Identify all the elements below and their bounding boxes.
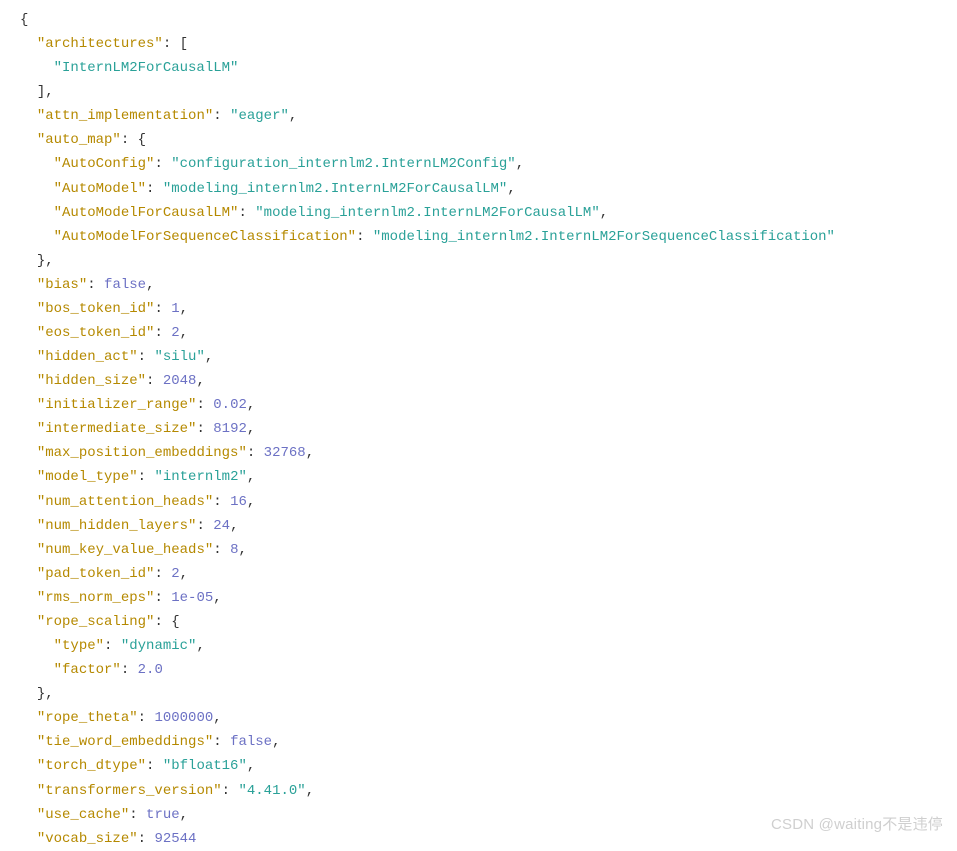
val-torch-dtype: "bfloat16" (163, 758, 247, 774)
key-hidden-act: "hidden_act" (37, 349, 138, 365)
val-rope-factor: 2.0 (138, 662, 163, 678)
key-rope-scaling: "rope_scaling" (37, 614, 155, 630)
key-use-cache: "use_cache" (37, 807, 129, 823)
val-vocab-size: 92544 (154, 831, 196, 847)
val-num-attention-heads: 16 (230, 494, 247, 510)
val-num-hidden-layers: 24 (213, 518, 230, 534)
key-architectures: "architectures" (37, 36, 163, 52)
key-attn-implementation: "attn_implementation" (37, 108, 213, 124)
key-automodel-seqcls: "AutoModelForSequenceClassification" (54, 229, 356, 245)
val-max-position-embeddings: 32768 (264, 445, 306, 461)
val-hidden-size: 2048 (163, 373, 197, 389)
key-pad-token-id: "pad_token_id" (37, 566, 155, 582)
key-intermediate-size: "intermediate_size" (37, 421, 197, 437)
key-torch-dtype: "torch_dtype" (37, 758, 146, 774)
key-max-position-embeddings: "max_position_embeddings" (37, 445, 247, 461)
key-rms-norm-eps: "rms_norm_eps" (37, 590, 155, 606)
key-num-key-value-heads: "num_key_value_heads" (37, 542, 213, 558)
val-architectures-0: "InternLM2ForCausalLM" (54, 60, 239, 76)
val-automodel: "modeling_internlm2.InternLM2ForCausalLM… (163, 181, 507, 197)
key-automodel-causallm: "AutoModelForCausalLM" (54, 205, 239, 221)
val-initializer-range: 0.02 (213, 397, 247, 413)
val-use-cache: true (146, 807, 180, 823)
key-rope-theta: "rope_theta" (37, 710, 138, 726)
val-attn-implementation: "eager" (230, 108, 289, 124)
key-vocab-size: "vocab_size" (37, 831, 138, 847)
json-code-block: { "architectures": [ "InternLM2ForCausal… (20, 8, 949, 851)
val-model-type: "internlm2" (154, 469, 246, 485)
key-tie-word-embeddings: "tie_word_embeddings" (37, 734, 213, 750)
key-rope-type: "type" (54, 638, 104, 654)
val-pad-token-id: 2 (171, 566, 179, 582)
val-autoconfig: "configuration_internlm2.InternLM2Config… (171, 156, 515, 172)
val-transformers-version: "4.41.0" (238, 783, 305, 799)
key-autoconfig: "AutoConfig" (54, 156, 155, 172)
val-bos-token-id: 1 (171, 301, 179, 317)
val-bias: false (104, 277, 146, 293)
val-eos-token-id: 2 (171, 325, 179, 341)
key-bos-token-id: "bos_token_id" (37, 301, 155, 317)
key-bias: "bias" (37, 277, 87, 293)
key-automodel: "AutoModel" (54, 181, 146, 197)
val-tie-word-embeddings: false (230, 734, 272, 750)
val-automodel-seqcls: "modeling_internlm2.InternLM2ForSequence… (373, 229, 835, 245)
val-rms-norm-eps: 1e-05 (171, 590, 213, 606)
key-initializer-range: "initializer_range" (37, 397, 197, 413)
val-hidden-act: "silu" (154, 349, 204, 365)
key-hidden-size: "hidden_size" (37, 373, 146, 389)
key-num-hidden-layers: "num_hidden_layers" (37, 518, 197, 534)
key-eos-token-id: "eos_token_id" (37, 325, 155, 341)
key-auto-map: "auto_map" (37, 132, 121, 148)
brace-open: { (20, 12, 28, 28)
key-rope-factor: "factor" (54, 662, 121, 678)
val-automodel-causallm: "modeling_internlm2.InternLM2ForCausalLM… (255, 205, 599, 221)
val-intermediate-size: 8192 (213, 421, 247, 437)
key-model-type: "model_type" (37, 469, 138, 485)
val-rope-theta: 1000000 (154, 710, 213, 726)
val-rope-type: "dynamic" (121, 638, 197, 654)
key-num-attention-heads: "num_attention_heads" (37, 494, 213, 510)
key-transformers-version: "transformers_version" (37, 783, 222, 799)
